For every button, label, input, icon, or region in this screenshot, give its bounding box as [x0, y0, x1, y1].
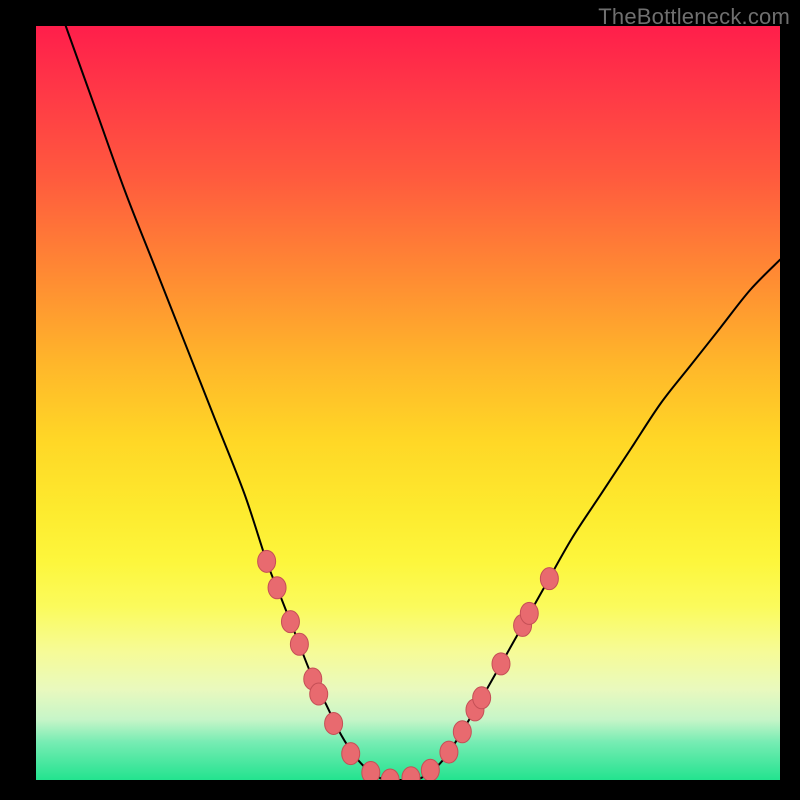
chart-frame: TheBottleneck.com — [0, 0, 800, 800]
data-marker — [381, 769, 399, 780]
data-marker — [473, 687, 491, 709]
data-marker — [290, 633, 308, 655]
bottleneck-curve-svg — [36, 26, 780, 780]
data-marker — [453, 721, 471, 743]
watermark-label: TheBottleneck.com — [598, 4, 790, 30]
data-marker — [402, 767, 420, 780]
data-marker — [258, 550, 276, 572]
data-marker — [362, 761, 380, 780]
data-marker — [281, 611, 299, 633]
data-marker — [520, 602, 538, 624]
data-marker — [342, 743, 360, 765]
data-marker — [421, 759, 439, 780]
data-marker — [440, 741, 458, 763]
data-marker — [492, 653, 510, 675]
data-marker — [310, 683, 328, 705]
plot-area — [36, 26, 780, 780]
data-marker — [325, 712, 343, 734]
data-marker — [540, 568, 558, 590]
marker-group — [258, 550, 559, 780]
data-marker — [268, 577, 286, 599]
bottleneck-curve — [66, 26, 780, 780]
